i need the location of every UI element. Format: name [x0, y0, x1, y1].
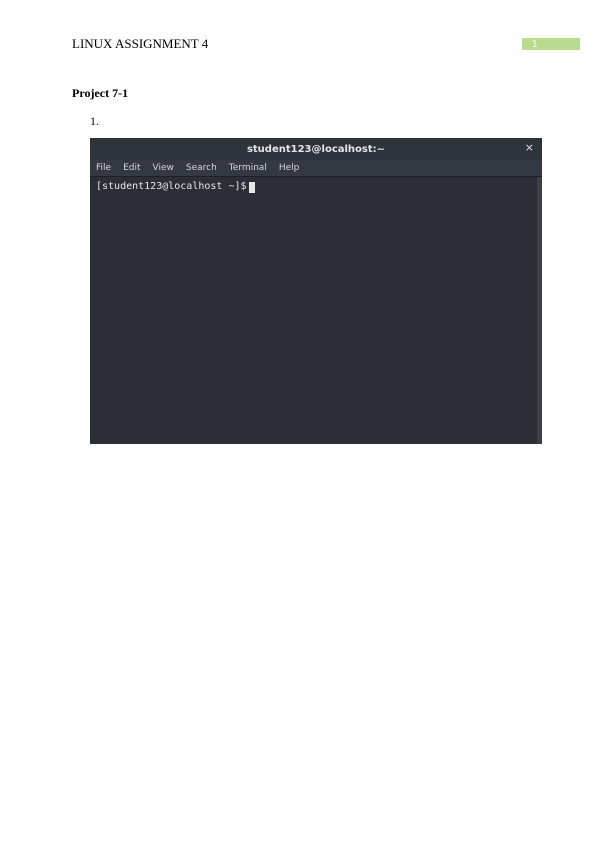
project-heading: Project 7-1 — [72, 86, 128, 101]
menu-help[interactable]: Help — [279, 163, 300, 173]
terminal-body[interactable]: [student123@localhost ~]$ — [90, 177, 542, 444]
terminal-titlebar: student123@localhost:~ × — [90, 138, 542, 160]
menu-terminal[interactable]: Terminal — [229, 163, 267, 173]
terminal-title: student123@localhost:~ — [247, 144, 385, 155]
terminal-scrollbar[interactable] — [537, 177, 542, 444]
terminal-window: student123@localhost:~ × File Edit View … — [90, 138, 542, 444]
menu-search[interactable]: Search — [186, 163, 217, 173]
close-icon[interactable]: × — [525, 142, 534, 153]
page-header: LINUX ASSIGNMENT 4 1 — [72, 36, 580, 52]
cursor-icon — [249, 182, 255, 193]
menu-view[interactable]: View — [153, 163, 174, 173]
menu-edit[interactable]: Edit — [123, 163, 140, 173]
page-number-badge: 1 — [522, 38, 580, 50]
list-item-number: 1. — [90, 114, 99, 129]
menu-file[interactable]: File — [96, 163, 111, 173]
terminal-menubar: File Edit View Search Terminal Help — [90, 160, 542, 177]
terminal-prompt: [student123@localhost ~]$ — [96, 181, 247, 193]
terminal-prompt-line: [student123@localhost ~]$ — [96, 181, 536, 193]
document-title: LINUX ASSIGNMENT 4 — [72, 36, 208, 52]
